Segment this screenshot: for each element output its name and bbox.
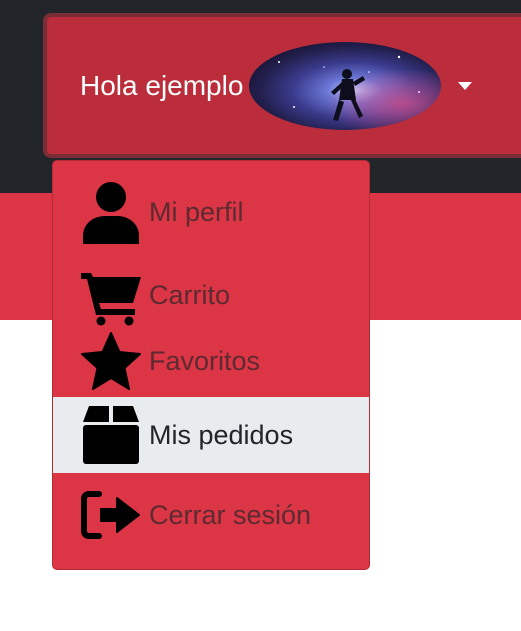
user-menu-toggle[interactable]: Hola ejemplo (43, 13, 521, 158)
star-icon (79, 329, 143, 393)
menu-item-label: Mis pedidos (149, 419, 294, 450)
menu-item-carrito[interactable]: Carrito (53, 257, 369, 333)
user-dropdown-menu: Mi perfil Carrito Favoritos Mis pedidos … (52, 160, 370, 570)
menu-item-label: Carrito (149, 279, 231, 310)
menu-item-mis-pedidos[interactable]: Mis pedidos (53, 397, 369, 473)
menu-item-cerrar-sesion[interactable]: Cerrar sesión (53, 477, 369, 553)
menu-item-mi-perfil[interactable]: Mi perfil (53, 174, 369, 250)
sign-out-icon (79, 483, 143, 547)
user-avatar (249, 41, 442, 130)
user-greeting: Hola ejemplo (80, 69, 244, 101)
menu-item-label: Mi perfil (149, 196, 244, 227)
user-icon (79, 180, 143, 244)
box-icon (79, 403, 143, 467)
caret-down-icon (458, 81, 473, 90)
menu-item-label: Cerrar sesión (149, 499, 312, 530)
menu-item-favoritos[interactable]: Favoritos (53, 323, 369, 399)
shopping-cart-icon (79, 263, 143, 327)
menu-item-label: Favoritos (149, 345, 261, 376)
